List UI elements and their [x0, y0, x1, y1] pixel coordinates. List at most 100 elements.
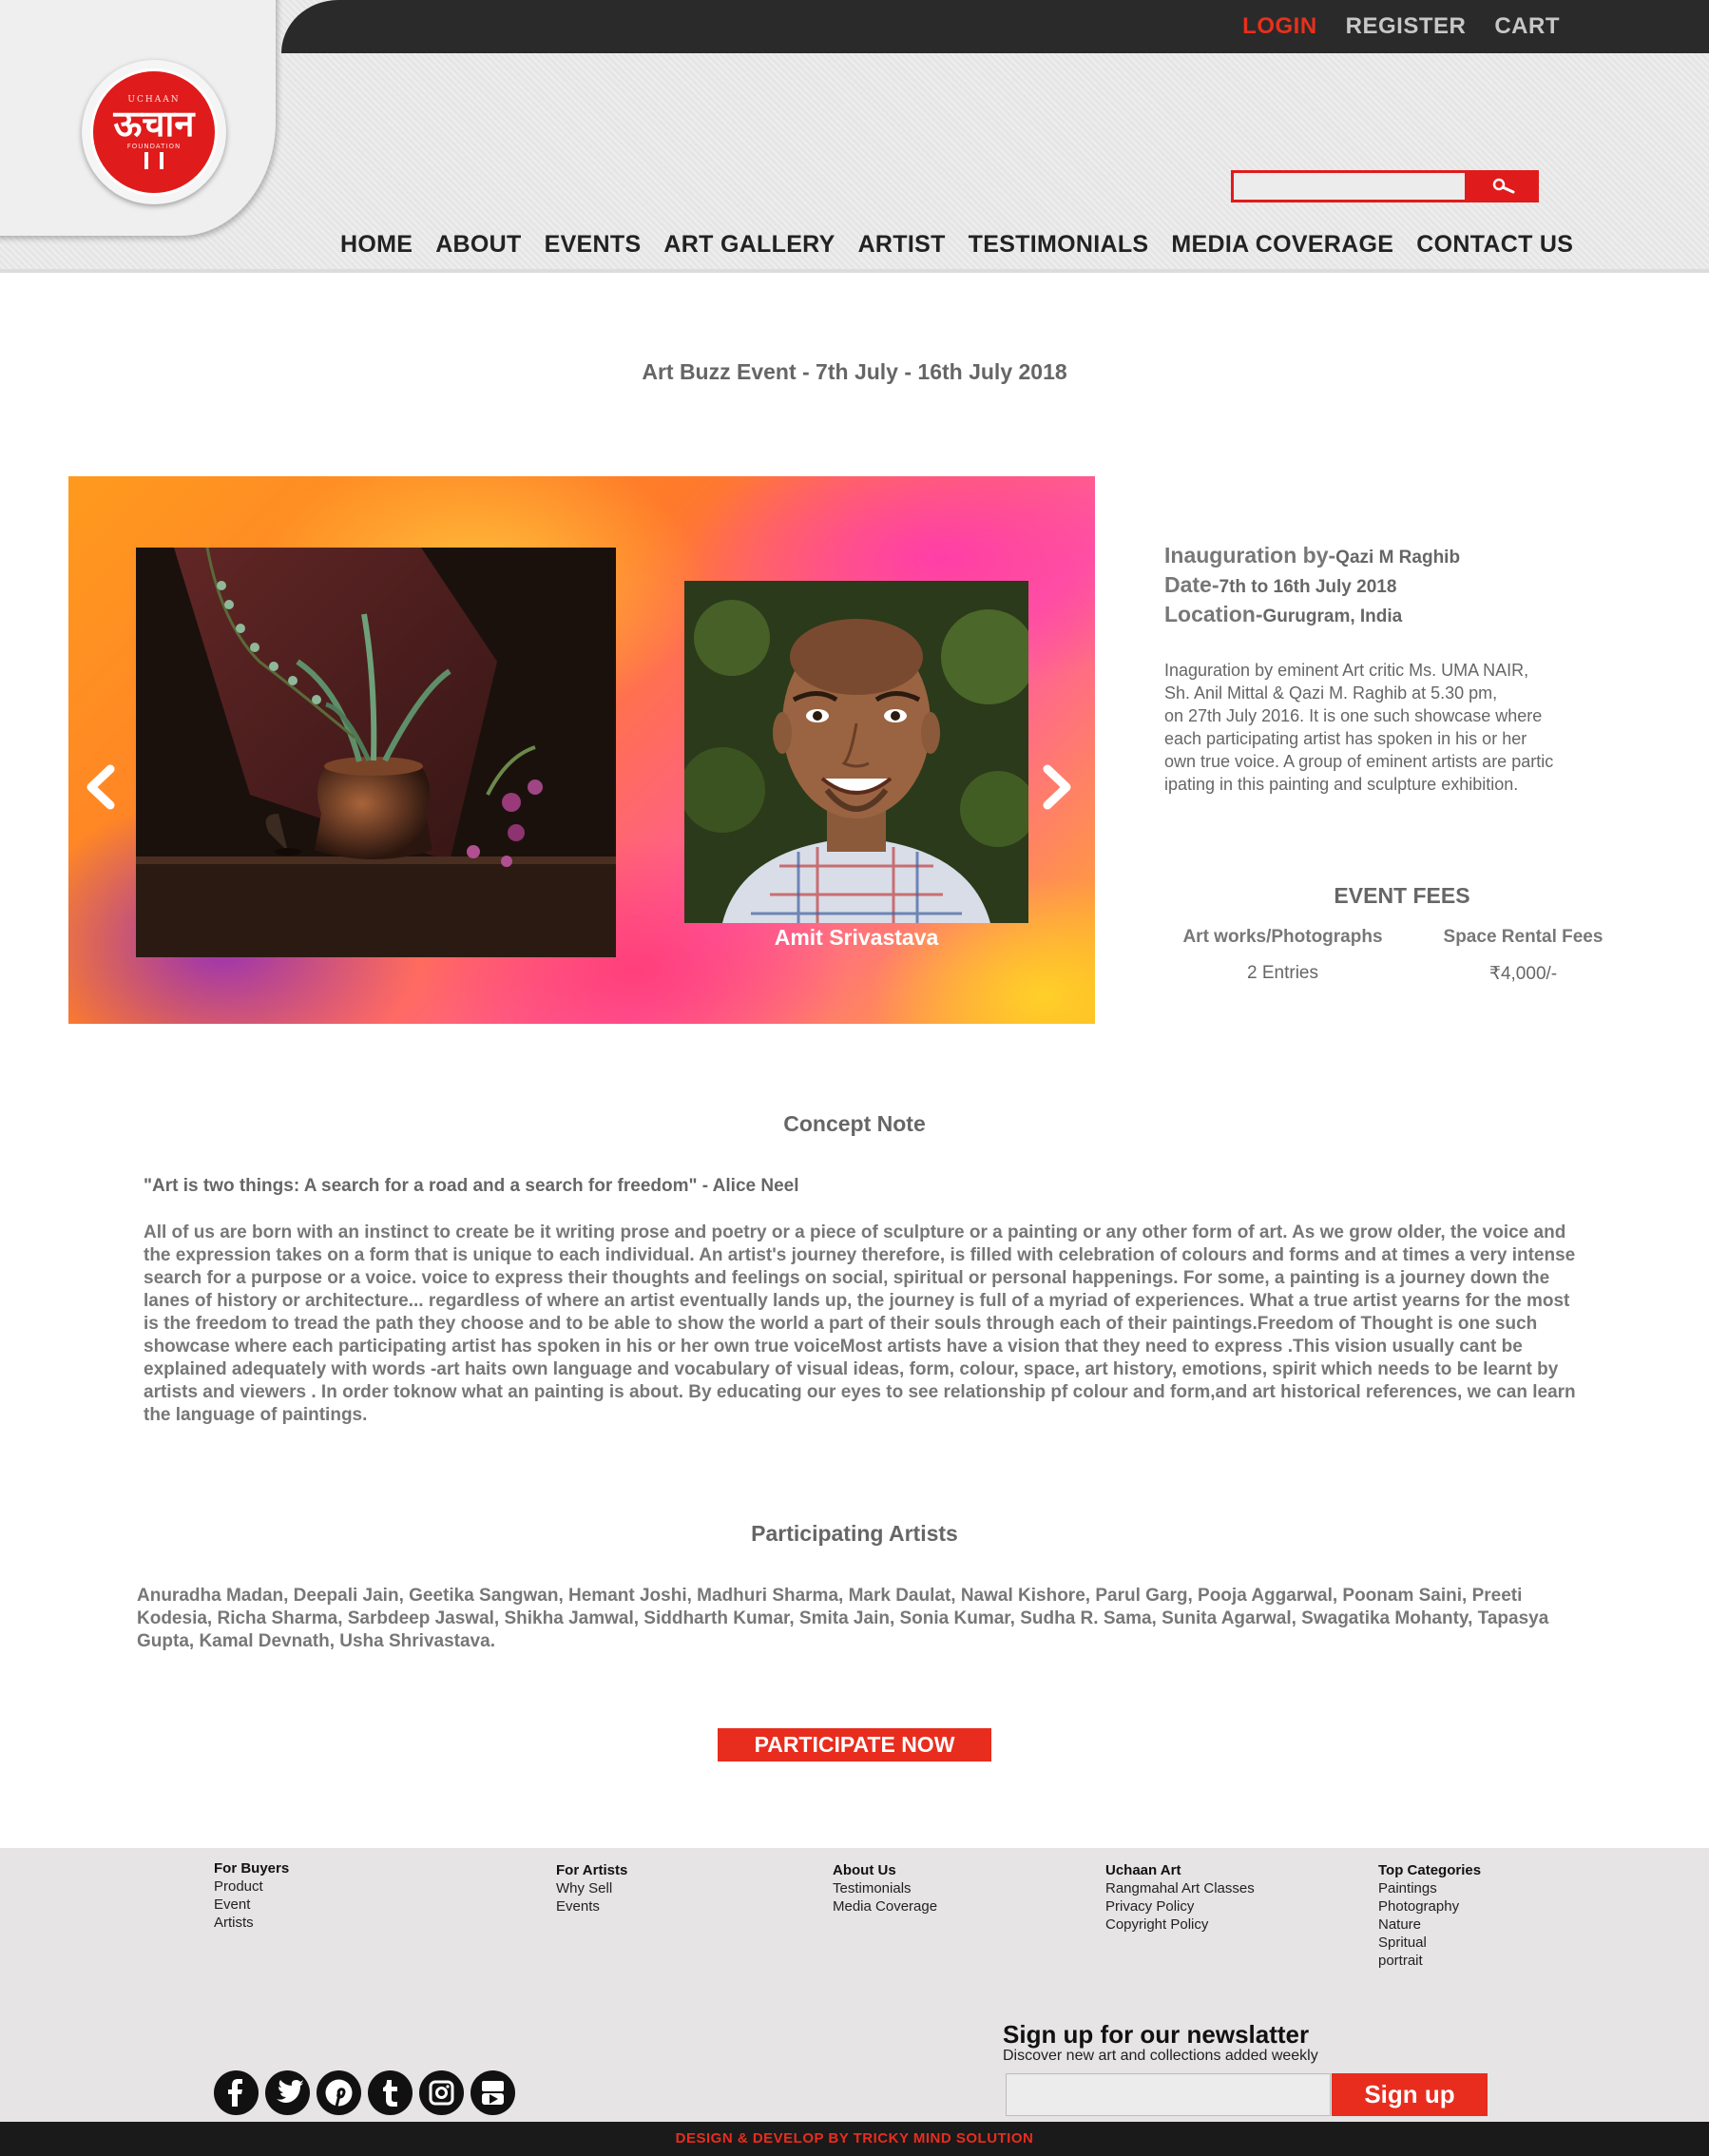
footer-link-event[interactable]: Event	[214, 1896, 289, 1914]
search-input[interactable]	[1231, 170, 1468, 202]
artist-portrait	[684, 581, 1028, 923]
pinterest-glyph	[325, 2079, 353, 2108]
footer-link-media-coverage[interactable]: Media Coverage	[833, 1897, 937, 1915]
footer-link-rangmahal[interactable]: Rangmahal Art Classes	[1105, 1879, 1255, 1897]
portrait-caption: Amit Srivastava	[774, 925, 939, 950]
date-value: 7th to 16th July 2018	[1219, 577, 1397, 597]
footer-heading: About Us	[833, 1862, 896, 1878]
concept-quote: "Art is two things: A search for a road …	[144, 1176, 799, 1196]
footer-heading: For Buyers	[214, 1860, 290, 1877]
footer-link-privacy[interactable]: Privacy Policy	[1105, 1897, 1255, 1915]
fees-rental-value: ₹4,000/-	[1488, 964, 1558, 984]
logo-pillars	[144, 152, 163, 169]
footer-link-testimonials[interactable]: Testimonials	[833, 1879, 937, 1897]
site-header: LOGIN REGISTER CART UCHAAN ऊचान FOUNDATI…	[0, 0, 1709, 273]
site-logo[interactable]: UCHAAN ऊचान FOUNDATION	[82, 60, 226, 204]
credit-bar: DESIGN & DEVELOP BY TRICKY MIND SOLUTION	[0, 2122, 1709, 2156]
inauguration-label: Inauguration by-	[1164, 543, 1336, 568]
youtube-icon[interactable]	[470, 2070, 515, 2115]
search-bar	[1231, 170, 1539, 202]
footer-heading: For Artists	[556, 1862, 628, 1878]
twitter-icon[interactable]	[265, 2070, 310, 2115]
date-label: Date-	[1164, 572, 1219, 597]
footer-link-paintings[interactable]: Paintings	[1378, 1879, 1481, 1897]
footer-heading: Top Categories	[1378, 1862, 1482, 1878]
slider-prev-button[interactable]	[82, 763, 120, 811]
top-bar: LOGIN REGISTER CART	[281, 0, 1709, 53]
event-description: Inaguration by eminent Art critic Ms. UM…	[1164, 661, 1554, 794]
footer-link-spritual[interactable]: Spritual	[1378, 1934, 1481, 1952]
footer-link-nature[interactable]: Nature	[1378, 1915, 1481, 1934]
main-nav: HOME ABOUT EVENTS ART GALLERY ARTIST TES…	[340, 231, 1596, 259]
participate-now-button[interactable]: PARTICIPATE NOW	[718, 1728, 991, 1761]
logo-emblem: UCHAAN ऊचान FOUNDATION	[90, 68, 218, 196]
painting-image	[136, 548, 616, 957]
location-label: Location-	[1164, 602, 1263, 626]
footer-link-events[interactable]: Events	[556, 1897, 627, 1915]
fees-rental: Space Rental Fees ₹4,000/-	[1426, 927, 1621, 985]
inauguration-value: Qazi M Raghib	[1335, 548, 1461, 568]
concept-body: All of us are born with an instinct to c…	[144, 1222, 1576, 1425]
fees-artworks-header: Art works/Photographs	[1182, 927, 1383, 947]
footer-column-uchaan-art: Uchaan Art Rangmahal Art Classes Privacy…	[1105, 1861, 1255, 1934]
register-link[interactable]: REGISTER	[1346, 13, 1467, 40]
nav-about[interactable]: ABOUT	[435, 231, 544, 259]
pinterest-icon[interactable]	[317, 2070, 361, 2115]
nav-testimonials[interactable]: TESTIMONIALS	[969, 231, 1172, 259]
nav-art-gallery[interactable]: ART GALLERY	[663, 231, 857, 259]
newsletter-title: Sign up for our newslatter	[1003, 2020, 1310, 2049]
header-divider	[0, 269, 1709, 273]
event-details: Inauguration by-Qazi M Raghib Date-7th t…	[1164, 542, 1621, 796]
event-title: Art Buzz Event - 7th July - 16th July 20…	[642, 359, 1067, 384]
tumblr-glyph	[383, 2080, 397, 2107]
newsletter-signup-button[interactable]: Sign up	[1332, 2073, 1488, 2116]
facebook-glyph	[228, 2079, 242, 2107]
footer-link-artists[interactable]: Artists	[214, 1914, 289, 1932]
footer-column-categories: Top Categories Paintings Photography Nat…	[1378, 1861, 1481, 1970]
footer-column-about: About Us Testimonials Media Coverage	[833, 1861, 937, 1915]
still-life-painting	[136, 548, 616, 957]
tumblr-icon[interactable]	[368, 2070, 413, 2115]
nav-artist[interactable]: ARTIST	[858, 231, 969, 259]
event-fees-title: EVENT FEES	[1334, 883, 1470, 908]
nav-events[interactable]: EVENTS	[545, 231, 664, 259]
location-line: Location-Gurugram, India	[1164, 601, 1621, 630]
participating-artists-title: Participating Artists	[751, 1521, 958, 1546]
date-line: Date-7th to 16th July 2018	[1164, 571, 1621, 601]
fees-artworks: Art works/Photographs 2 Entries	[1162, 927, 1404, 984]
footer-link-why-sell[interactable]: Why Sell	[556, 1879, 627, 1897]
chevron-right-icon	[1043, 764, 1071, 810]
fees-rental-header: Space Rental Fees	[1443, 927, 1603, 947]
nav-home[interactable]: HOME	[340, 231, 435, 259]
instagram-icon[interactable]	[419, 2070, 464, 2115]
chevron-left-icon	[86, 764, 115, 810]
logo-bottom-text: FOUNDATION	[126, 143, 182, 150]
location-value: Gurugram, India	[1262, 606, 1403, 626]
twitter-glyph	[277, 2080, 303, 2103]
footer-link-product[interactable]: Product	[214, 1877, 289, 1896]
footer-link-photography[interactable]: Photography	[1378, 1897, 1481, 1915]
instagram-glyph	[429, 2080, 454, 2106]
portrait-image	[684, 581, 1028, 923]
search-icon	[1492, 178, 1514, 194]
participating-artists-list: Anuradha Madan, Deepali Jain, Geetika Sa…	[137, 1586, 1549, 1651]
concept-note-title: Concept Note	[783, 1111, 926, 1136]
nav-media-coverage[interactable]: MEDIA COVERAGE	[1171, 231, 1416, 259]
event-slider: Amit Srivastava	[68, 476, 1095, 1024]
login-link[interactable]: LOGIN	[1242, 13, 1317, 40]
inauguration-line: Inauguration by-Qazi M Raghib	[1164, 542, 1621, 571]
cart-link[interactable]: CART	[1494, 13, 1560, 40]
newsletter-email-input[interactable]	[1006, 2073, 1331, 2116]
footer-link-copyright[interactable]: Copyright Policy	[1105, 1915, 1255, 1934]
footer-heading: Uchaan Art	[1105, 1862, 1181, 1878]
footer-column-buyers: For Buyers Product Event Artists	[214, 1859, 289, 1932]
search-button[interactable]	[1468, 170, 1539, 202]
footer-column-artists: For Artists Why Sell Events	[556, 1861, 627, 1915]
facebook-icon[interactable]	[214, 2070, 259, 2115]
footer-link-portrait[interactable]: portrait	[1378, 1952, 1481, 1970]
fees-artworks-value: 2 Entries	[1247, 963, 1318, 983]
account-links: LOGIN REGISTER CART	[1242, 13, 1560, 40]
slider-next-button[interactable]	[1038, 763, 1076, 811]
nav-contact-us[interactable]: CONTACT US	[1416, 231, 1596, 259]
social-links	[214, 2070, 515, 2115]
